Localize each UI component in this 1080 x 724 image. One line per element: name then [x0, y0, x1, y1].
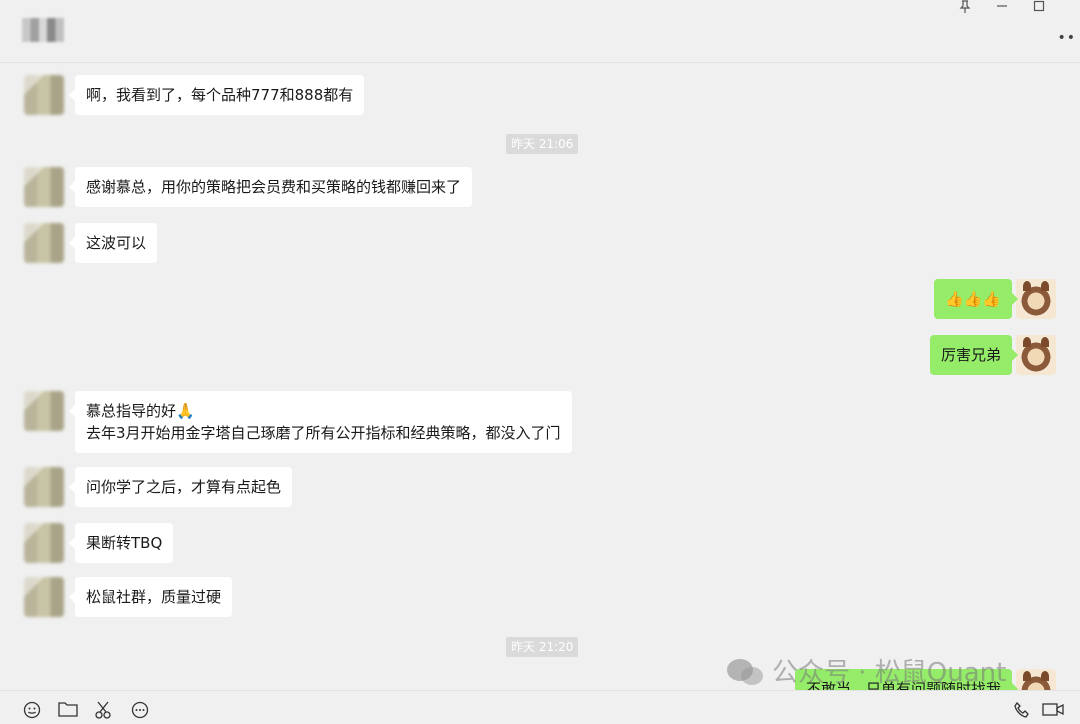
chat-area[interactable]: 啊，我看到了，每个品种777和888都有 昨天 21:06 感谢慕总，用你的策略…: [0, 63, 1080, 690]
timestamp: 昨天 21:20: [506, 637, 579, 657]
input-toolbar: [0, 690, 1080, 720]
avatar-self[interactable]: [1016, 335, 1056, 375]
phone-icon[interactable]: [1012, 701, 1032, 721]
message-line: 去年3月开始用金字塔自己琢磨了所有公开指标和经典策略，都没入了门: [86, 424, 561, 442]
message-bubble[interactable]: 果断转TBQ: [68, 523, 174, 563]
avatar-self[interactable]: [1016, 279, 1056, 319]
more-options-icon[interactable]: ••: [1057, 30, 1076, 46]
wechat-logo-icon: [727, 659, 763, 685]
message-bubble[interactable]: 啊，我看到了，每个品种777和888都有: [68, 75, 365, 115]
avatar[interactable]: [24, 523, 64, 563]
pin-icon[interactable]: [953, 0, 977, 18]
message-line: 慕总指导的好🙏: [86, 402, 195, 420]
chat-bubble-icon[interactable]: [130, 701, 150, 721]
avatar[interactable]: [24, 167, 64, 207]
folder-icon[interactable]: [58, 701, 78, 721]
emoji-icon[interactable]: [22, 701, 42, 721]
message-bubble-outgoing[interactable]: 厉害兄弟: [929, 335, 1019, 375]
minimize-icon[interactable]: [990, 0, 1014, 18]
scissors-icon[interactable]: [94, 701, 114, 721]
message-bubble-multiline[interactable]: 慕总指导的好🙏 去年3月开始用金字塔自己琢磨了所有公开指标和经典策略，都没入了门: [69, 391, 572, 453]
timestamp: 昨天 21:06: [506, 134, 579, 154]
avatar[interactable]: [24, 223, 64, 263]
maximize-icon[interactable]: [1027, 0, 1051, 18]
avatar[interactable]: [24, 391, 64, 431]
video-call-icon[interactable]: [1042, 701, 1064, 721]
message-bubble[interactable]: 感谢慕总，用你的策略把会员费和买策略的钱都赚回来了: [68, 167, 473, 207]
avatar[interactable]: [24, 75, 64, 115]
contact-name-blurred: [22, 18, 64, 42]
title-bar: ••: [0, 0, 1080, 63]
avatar-self[interactable]: [1016, 669, 1056, 690]
avatar[interactable]: [24, 577, 64, 617]
watermark: 公众号 · 松鼠Quant: [772, 658, 1007, 688]
message-bubble[interactable]: 问你学了之后，才算有点起色: [68, 467, 293, 507]
message-bubble-outgoing[interactable]: 👍👍👍: [933, 279, 1019, 319]
message-bubble[interactable]: 松鼠社群，质量过硬: [68, 577, 233, 617]
message-bubble[interactable]: 这波可以: [68, 223, 158, 263]
avatar[interactable]: [24, 467, 64, 507]
